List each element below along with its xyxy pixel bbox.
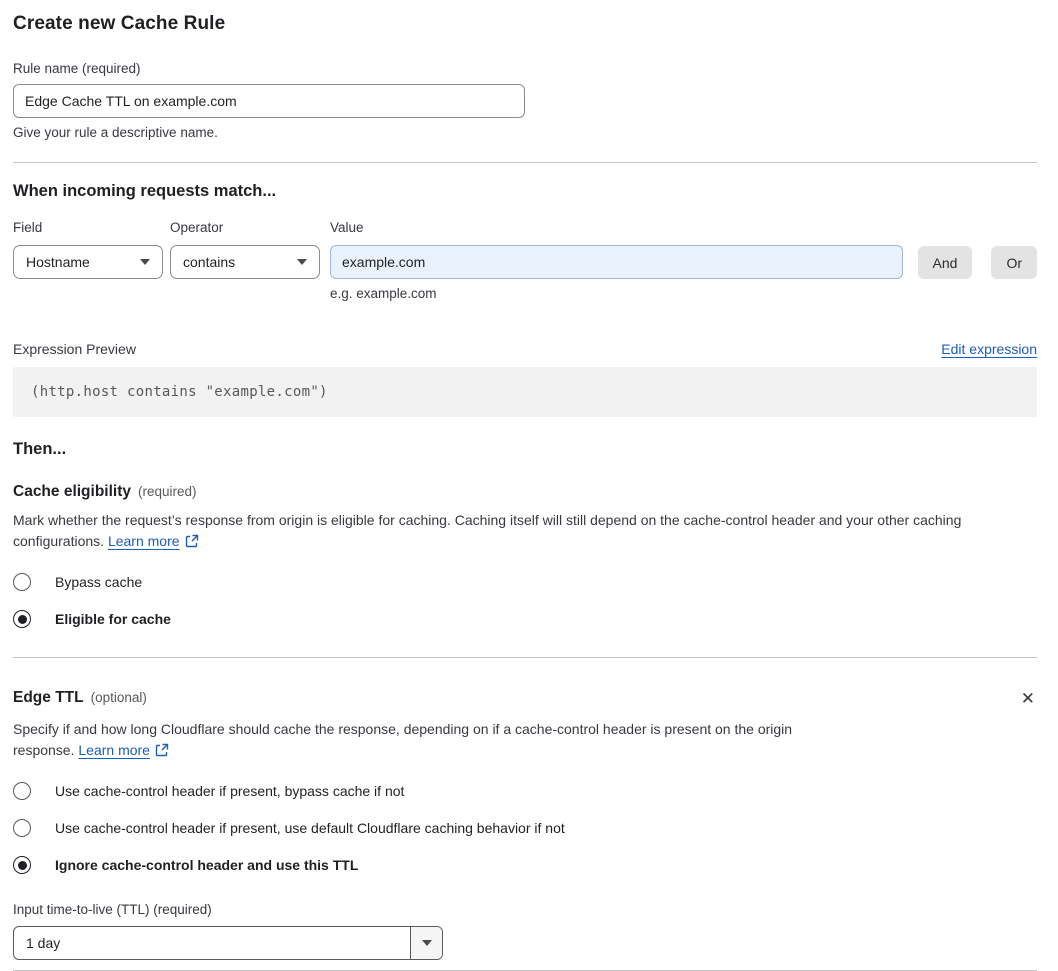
radio-icon[interactable]: [13, 856, 31, 874]
chevron-down-icon: [421, 940, 432, 946]
radio-icon[interactable]: [13, 819, 31, 837]
edge-ttl-description: Specify if and how long Cloudflare shoul…: [13, 719, 813, 763]
expression-preview-label: Expression Preview: [13, 341, 136, 357]
rule-name-label: Rule name (required): [13, 61, 141, 76]
divider: [13, 162, 1037, 163]
chevron-down-icon: [297, 259, 307, 265]
divider: [13, 657, 1037, 658]
learn-more-link[interactable]: Learn more: [108, 533, 180, 549]
cache-eligibility-header: Cache eligibility (required): [13, 483, 1037, 501]
external-link-icon: [155, 742, 169, 763]
edit-expression-link[interactable]: Edit expression: [941, 341, 1037, 357]
field-label: Field: [13, 220, 43, 235]
edge-ttl-qualifier: (optional): [90, 690, 147, 705]
value-input[interactable]: [330, 245, 903, 279]
expression-preview-row: Expression Preview Edit expression: [13, 341, 1037, 357]
ttl-select-dropdown-button[interactable]: [410, 927, 442, 959]
external-link-icon: [185, 533, 199, 554]
edge-ttl-options: Use cache-control header if present, byp…: [13, 782, 1037, 874]
operator-select[interactable]: contains: [170, 245, 320, 279]
radio-icon[interactable]: [13, 782, 31, 800]
match-condition-row: Field Hostname Operator contains Value e…: [13, 220, 1037, 301]
ttl-select-value: 1 day: [26, 935, 61, 951]
radio-icon[interactable]: [13, 573, 31, 591]
create-cache-rule-form: Create new Cache Rule Rule name (require…: [13, 13, 1037, 971]
radio-use-header-default[interactable]: Use cache-control header if present, use…: [13, 819, 1037, 837]
value-helper: e.g. example.com: [330, 286, 437, 301]
chevron-down-icon: [140, 259, 150, 265]
rule-name-input[interactable]: [13, 84, 525, 118]
learn-more-link[interactable]: Learn more: [78, 742, 150, 758]
operator-select-value: contains: [183, 254, 236, 270]
radio-eligible-for-cache[interactable]: Eligible for cache: [13, 610, 1037, 628]
radio-icon[interactable]: [13, 610, 31, 628]
rule-name-helper: Give your rule a descriptive name.: [13, 125, 218, 140]
expression-preview-code: (http.host contains "example.com"): [13, 367, 1037, 417]
cache-eligibility-qualifier: (required): [138, 484, 197, 499]
close-icon[interactable]: ✕: [1019, 689, 1037, 710]
radio-ignore-header-use-ttl[interactable]: Ignore cache-control header and use this…: [13, 856, 1037, 874]
edge-ttl-title: Edge TTL: [13, 689, 84, 706]
field-select-value: Hostname: [26, 254, 90, 270]
cache-eligibility-options: Bypass cache Eligible for cache: [13, 573, 1037, 628]
ttl-input-label: Input time-to-live (TTL) (required): [13, 902, 212, 917]
operator-label: Operator: [170, 220, 224, 235]
then-heading: Then...: [13, 440, 67, 458]
and-button[interactable]: And: [917, 246, 973, 279]
radio-bypass-cache[interactable]: Bypass cache: [13, 573, 1037, 591]
ttl-select[interactable]: 1 day: [13, 926, 443, 960]
field-select[interactable]: Hostname: [13, 245, 163, 279]
edge-ttl-header: Edge TTL (optional) ✕: [13, 689, 1037, 710]
rule-name-group: Rule name (required) Give your rule a de…: [13, 61, 1037, 140]
cache-eligibility-title: Cache eligibility: [13, 483, 132, 500]
value-label: Value: [330, 220, 364, 235]
page-title: Create new Cache Rule: [13, 13, 226, 34]
or-button[interactable]: Or: [991, 246, 1037, 279]
radio-use-header-bypass[interactable]: Use cache-control header if present, byp…: [13, 782, 1037, 800]
cache-eligibility-description: Mark whether the request’s response from…: [13, 510, 1037, 554]
match-section-heading: When incoming requests match...: [13, 182, 277, 200]
